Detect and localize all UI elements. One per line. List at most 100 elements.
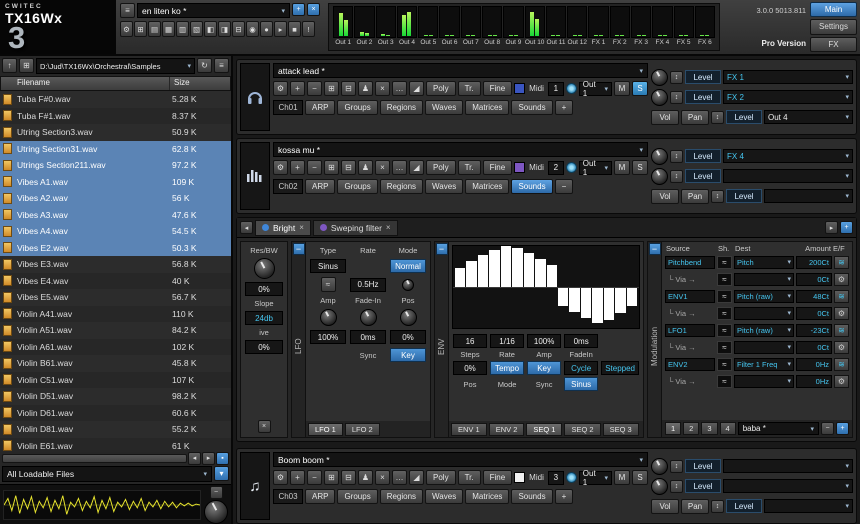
panic-icon[interactable]: ! — [302, 21, 315, 37]
remove-icon[interactable]: − — [307, 470, 322, 485]
mod-source-select[interactable]: └ Via → — [665, 273, 715, 286]
level-mode-icon[interactable]: ↕ — [711, 190, 724, 203]
path-select[interactable]: D:\Jud\TX16Wx\Orchestral\Samples ▾ — [36, 58, 195, 74]
mod-dest-select[interactable]: Pitch (raw)▾ — [734, 324, 794, 337]
program-select[interactable]: kossa mu * ▾ — [273, 142, 648, 157]
mod-source-select[interactable]: └ Via → — [665, 307, 715, 320]
mod-amount-field[interactable]: 200Ct — [796, 256, 832, 269]
tab-waves[interactable]: Waves — [425, 489, 463, 504]
tab-waves[interactable]: Waves — [425, 100, 463, 115]
main-level-label[interactable]: Level — [726, 499, 762, 513]
tab-lfo-1[interactable]: LFO 1 — [308, 423, 343, 436]
mod-source-select[interactable]: └ Via → — [665, 341, 715, 354]
mod-dest-select[interactable]: ▾ — [734, 375, 794, 388]
mod-ef-button[interactable] — [834, 375, 849, 388]
tab-sounds[interactable]: Sounds — [511, 179, 552, 194]
program-select[interactable]: Boom boom * ▾ — [273, 452, 648, 467]
step-sequencer-display[interactable] — [452, 245, 640, 329]
file-row[interactable]: Violin D81.wav 55.2 K — [0, 421, 231, 438]
level-mode-icon[interactable]: ↕ — [711, 111, 724, 124]
ramp-icon[interactable]: ◢ — [409, 160, 424, 175]
more-icon[interactable]: … — [392, 81, 407, 96]
mod-amount-field[interactable]: 0Hz — [796, 358, 832, 371]
seq-steps-field[interactable]: 16 — [453, 334, 487, 348]
send-level-label[interactable]: Level — [685, 459, 721, 473]
copy-icon[interactable]: ⊞ — [324, 81, 339, 96]
file-row[interactable]: Tuba F#1.wav 8.37 K — [0, 108, 231, 125]
main-out-select[interactable]: ▾ — [764, 499, 853, 513]
tab-lfo-2[interactable]: LFO 2 — [345, 423, 380, 436]
solo-button[interactable]: S — [632, 81, 648, 96]
send-dest-select[interactable]: FX 1▾ — [723, 70, 853, 84]
tabs-scroll-right-icon[interactable]: ▸ — [825, 221, 838, 234]
program-select[interactable]: attack lead * ▾ — [273, 63, 648, 78]
lfo-amp-knob[interactable] — [320, 309, 337, 326]
send-dest-select[interactable]: FX 4▾ — [723, 149, 853, 163]
tab-seq-3[interactable]: SEQ 3 — [603, 423, 639, 436]
mute-button[interactable]: M — [614, 470, 630, 485]
lfo-fade-field[interactable]: 0ms — [350, 330, 386, 344]
mod-dest-select[interactable]: ▾ — [734, 307, 794, 320]
file-row[interactable]: Violin C51.wav 107 K — [0, 372, 231, 389]
performance-name-select[interactable]: en liten ko * ▾ — [137, 3, 290, 18]
keyboard-icon[interactable]: ▦ — [162, 21, 175, 37]
horizontal-scrollbar[interactable] — [2, 454, 187, 463]
play-icon[interactable]: ▸ — [274, 21, 287, 37]
lfo-fade-knob[interactable] — [360, 309, 377, 326]
preview-minus-button[interactable]: − — [210, 486, 223, 499]
main-out-select[interactable]: ▾ — [764, 189, 853, 203]
mod-shape-button[interactable] — [717, 324, 732, 337]
mod-dest-select[interactable]: Pitch (raw)▾ — [734, 290, 794, 303]
file-row[interactable]: Vibes A4.wav 54.5 K — [0, 223, 231, 240]
send-level-label[interactable]: Level — [685, 169, 721, 183]
file-row[interactable]: Utring Section31.wav 62.8 K — [0, 141, 231, 158]
remove-icon[interactable]: − — [307, 81, 322, 96]
ramp-icon[interactable]: ◢ — [409, 81, 424, 96]
send-level-label[interactable]: Level — [685, 90, 721, 104]
mute-button[interactable]: M — [614, 160, 630, 175]
seq-mode-select[interactable]: Tempo — [490, 361, 524, 375]
user-icon[interactable]: ♟ — [358, 81, 373, 96]
matrix-add-icon[interactable]: + — [836, 422, 849, 435]
mod-page-3[interactable]: 3 — [701, 422, 717, 435]
performance-close-button[interactable]: × — [307, 3, 320, 16]
transpose-button[interactable]: Tr. — [458, 160, 481, 175]
slope-select[interactable]: 24db — [245, 311, 283, 325]
fx1-send-knob[interactable] — [651, 458, 668, 475]
seq-rate-field[interactable]: 1/16 — [490, 334, 524, 348]
tab-arp[interactable]: ARP — [305, 489, 335, 504]
mixer-icon[interactable]: ▥ — [176, 21, 189, 37]
mod-amount-field[interactable]: -23Ct — [796, 324, 832, 337]
midi-channel-field[interactable]: 2 — [548, 161, 564, 175]
tab-groups[interactable]: Groups — [337, 489, 377, 504]
transpose-button[interactable]: Tr. — [458, 81, 481, 96]
mod-amount-field[interactable]: 0Ct — [796, 341, 832, 354]
lfo-mode-select[interactable]: Normal — [390, 259, 426, 273]
seq-sync-select[interactable]: Key — [527, 361, 561, 375]
tab-add[interactable]: + — [555, 100, 574, 115]
mod-shape-button[interactable] — [717, 358, 732, 371]
fine-tune-button[interactable]: Fine — [483, 160, 513, 175]
tabs-scroll-left-icon[interactable]: ◂ — [240, 221, 253, 234]
tab-matrices[interactable]: Matrices — [465, 179, 509, 194]
solo-button[interactable]: S — [632, 160, 648, 175]
mod-ef-button[interactable] — [834, 324, 849, 337]
tab-regions[interactable]: Regions — [380, 179, 423, 194]
tab-seq-2[interactable]: SEQ 2 — [564, 423, 600, 436]
delete-icon[interactable]: × — [375, 160, 390, 175]
seq-wave-select[interactable]: Sinus — [564, 377, 598, 391]
mod-source-select[interactable]: └ Via → — [665, 375, 715, 388]
mod-shape-button[interactable] — [717, 375, 732, 388]
paste-icon[interactable]: ⊟ — [341, 160, 356, 175]
mod-source-select[interactable]: LFO1 — [665, 324, 715, 337]
resonance-field[interactable]: 0% — [245, 282, 283, 296]
poly-button[interactable]: Poly — [426, 81, 456, 96]
scroll-corner-button[interactable]: ▪ — [216, 452, 229, 465]
tab-seq-1[interactable]: SEQ 1 — [526, 423, 562, 436]
file-row[interactable]: Utrings Section211.wav 97.2 K — [0, 157, 231, 174]
scroll-left-icon[interactable]: ◂ — [188, 452, 201, 465]
file-row[interactable]: Vibes A2.wav 56 K — [0, 190, 231, 207]
lfo-pos-field[interactable]: 0% — [390, 330, 426, 344]
file-row[interactable]: Vibes E3.wav 56.8 K — [0, 256, 231, 273]
tab-regions[interactable]: Regions — [380, 489, 423, 504]
